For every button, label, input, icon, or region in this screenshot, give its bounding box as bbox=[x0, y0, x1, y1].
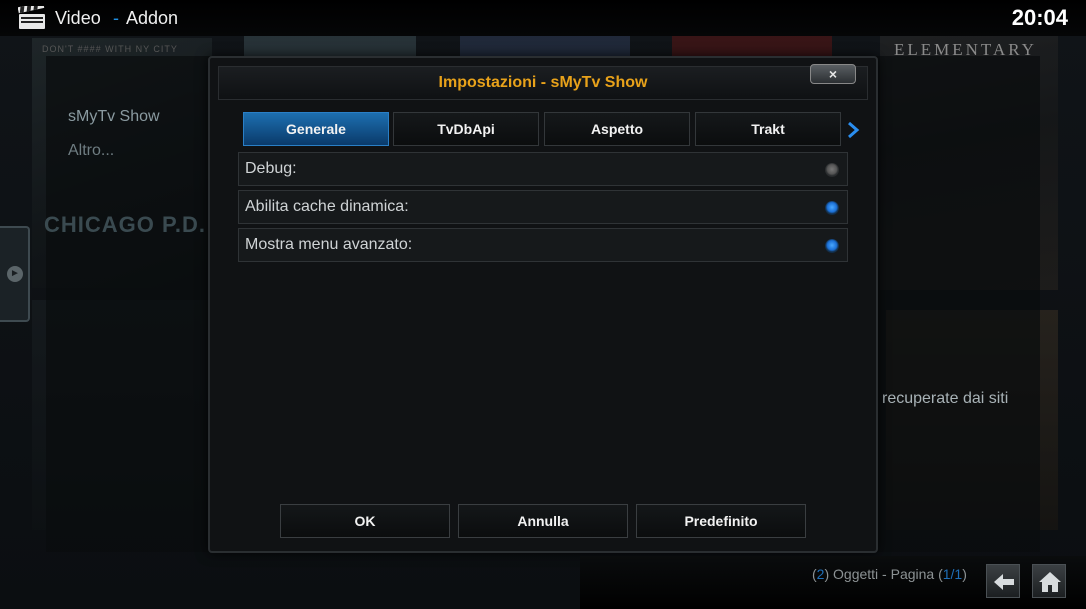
settings-dialog: Impostazioni - sMyTv Show × Generale TvD… bbox=[208, 56, 878, 553]
default-button[interactable]: Predefinito bbox=[636, 504, 806, 538]
breadcrumb-separator: - bbox=[113, 8, 119, 28]
tab-trakt[interactable]: Trakt bbox=[695, 112, 841, 146]
setting-label: Debug: bbox=[245, 160, 297, 177]
page-info-text: ) Oggetti - Pagina ( bbox=[824, 566, 943, 582]
setting-debug[interactable]: Debug: bbox=[238, 152, 848, 186]
tab-generale[interactable]: Generale bbox=[243, 112, 389, 146]
tab-tvdbapi[interactable]: TvDbApi bbox=[393, 112, 539, 146]
ok-button[interactable]: OK bbox=[280, 504, 450, 538]
page-info-text: ) bbox=[962, 566, 967, 582]
close-button[interactable]: × bbox=[810, 64, 856, 84]
tab-bar: Generale TvDbApi Aspetto Trakt bbox=[243, 112, 863, 146]
home-button[interactable] bbox=[1032, 564, 1066, 598]
breadcrumb-subsection: Addon bbox=[126, 8, 179, 28]
home-icon bbox=[1039, 572, 1061, 592]
page-number: 1/1 bbox=[942, 566, 963, 582]
clapperboard-icon bbox=[18, 6, 45, 29]
radio-toggle-on[interactable] bbox=[825, 239, 839, 253]
background-menu-item[interactable]: Altro... bbox=[68, 142, 114, 160]
setting-label: Mostra menu avanzato: bbox=[245, 236, 413, 253]
page-info: (2) Oggetti - Pagina (1/1) bbox=[812, 566, 967, 582]
clock: 20:04 bbox=[1011, 5, 1068, 30]
back-button[interactable] bbox=[986, 564, 1020, 598]
dialog-title: Impostazioni - sMyTv Show bbox=[218, 66, 868, 100]
side-menu-handle[interactable]: ► bbox=[0, 226, 30, 322]
radio-toggle-off[interactable] bbox=[825, 163, 839, 177]
top-bar: Video - Addon 20:04 bbox=[0, 0, 1086, 36]
poster-caption: DON'T #### WITH NY CITY bbox=[42, 44, 178, 54]
tab-aspetto[interactable]: Aspetto bbox=[544, 112, 690, 146]
radio-toggle-on[interactable] bbox=[825, 201, 839, 215]
back-arrow-icon bbox=[994, 574, 1014, 590]
setting-dynamic-cache[interactable]: Abilita cache dinamica: bbox=[238, 190, 848, 224]
cancel-button[interactable]: Annulla bbox=[458, 504, 628, 538]
footer: (2) Oggetti - Pagina (1/1) bbox=[0, 556, 1086, 609]
poster-caption: CHICAGO P.D. bbox=[44, 212, 206, 237]
setting-advanced-menu[interactable]: Mostra menu avanzato: bbox=[238, 228, 848, 262]
chevron-right-icon[interactable] bbox=[845, 120, 861, 140]
setting-label: Abilita cache dinamica: bbox=[245, 198, 409, 215]
breadcrumb-section: Video bbox=[55, 8, 101, 28]
background-menu-item[interactable]: sMyTv Show bbox=[68, 108, 160, 126]
chevron-right-icon: ► bbox=[7, 266, 23, 282]
background-description: recuperate dai siti bbox=[882, 390, 1009, 407]
poster-caption: ELEMENTARY bbox=[894, 40, 1037, 59]
